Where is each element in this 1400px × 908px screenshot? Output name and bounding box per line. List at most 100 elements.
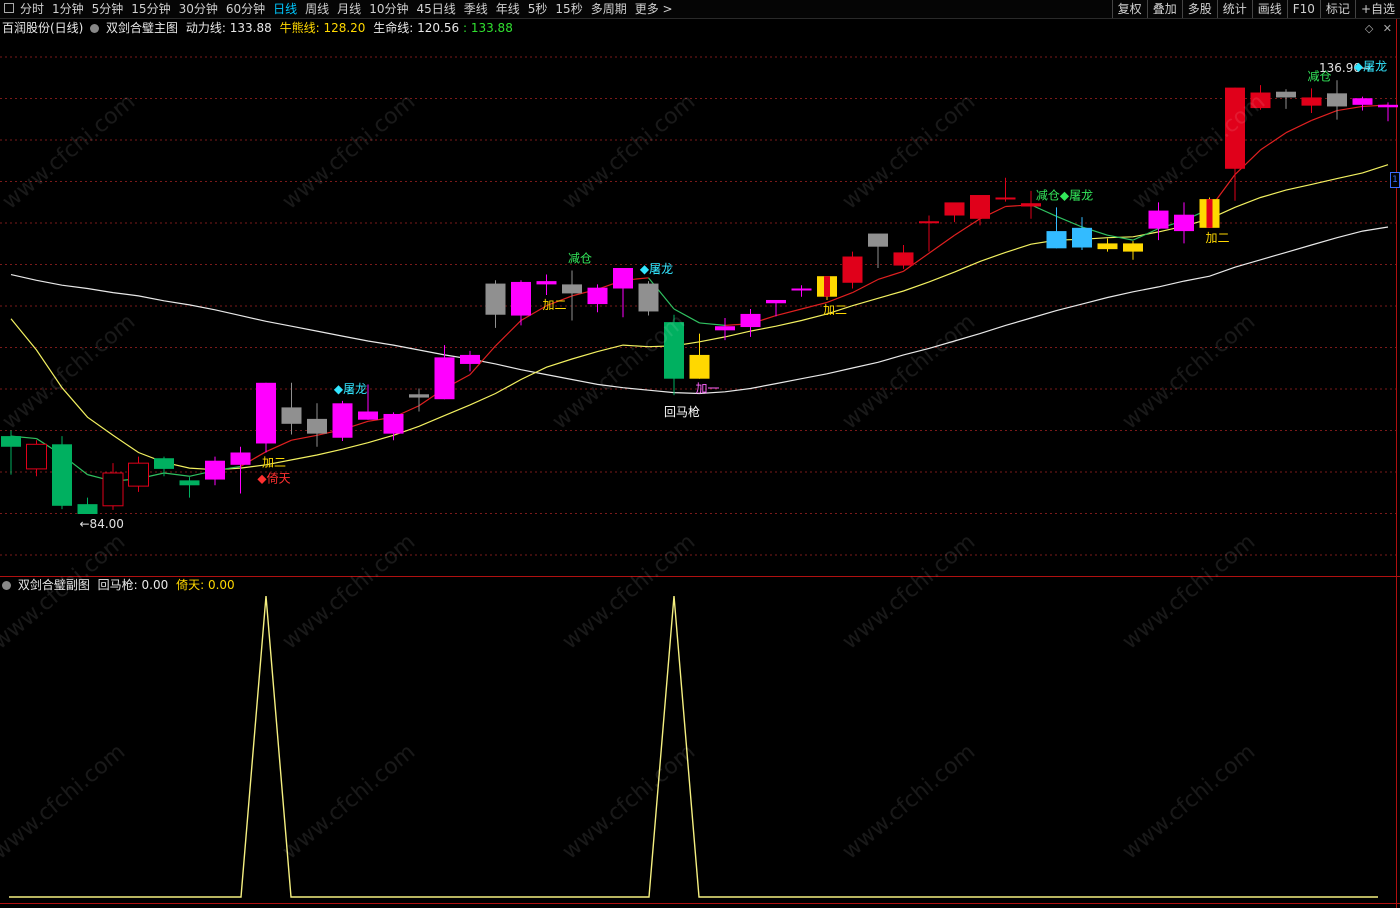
candle-body [256,382,276,444]
power-line-segment [1132,228,1159,241]
annotation-label: ←84.00 [80,517,124,531]
sub-signal-line [9,595,1378,898]
power-line-segment [291,434,318,441]
period-tab-12[interactable]: 年线 [492,0,524,18]
candle-body [740,313,761,328]
period-toolbar: 分时 1分钟 5分钟 15分钟 30分钟 60分钟 日线 周线 月线 10分钟 45日线 季线 年线 5秒… [0,0,1400,19]
period-tab-14[interactable]: 15秒 [551,0,586,18]
candle-body [1097,243,1118,250]
candle-body [689,354,710,379]
period-tab-10[interactable]: 45日线 [412,0,459,18]
period-tab-11[interactable]: 季线 [460,0,492,18]
candle [1,430,21,475]
candle [587,284,608,313]
tool-button-4[interactable]: 画线 [1251,0,1287,18]
tool-button-1[interactable]: 叠加 [1146,0,1182,18]
candle-body [205,460,225,480]
watermark-text: www.cfchi.com [838,739,980,864]
watermark-text: www.cfchi.com [278,89,420,214]
tool-button-7[interactable]: +自选 [1354,0,1400,18]
candle [868,233,888,268]
period-tab-7[interactable]: 周线 [301,0,333,18]
annotation-label: ◆屠龙 [640,262,673,276]
candle [332,400,353,442]
extra-line-value: : 133.88 [462,21,513,35]
watermark-text: www.cfchi.com [838,529,980,654]
stock-name: 百润股份(日线) [2,21,84,35]
candle-body [383,413,404,434]
period-tab-6[interactable]: 日线 [269,0,301,18]
power-line-segment [877,270,904,281]
candle [230,446,251,494]
candle [1276,89,1296,109]
annotation-label: 加二 [1205,231,1229,245]
candle [536,274,557,296]
period-tab-0[interactable]: 分时 [16,0,48,18]
candle [307,403,327,447]
price-scale-tag: 1 [1390,172,1400,188]
bull-line [10,164,1389,471]
candle-body [970,195,990,219]
period-tab-4[interactable]: 30分钟 [175,0,222,18]
watermark-text: www.cfchi.com [0,89,140,214]
candle [383,412,404,441]
annotation-label: 减仓 [568,251,592,265]
sub-indicator-settings-icon[interactable] [2,581,11,590]
candle-body [1123,243,1143,252]
period-tabs: 分时 1分钟 5分钟 15分钟 30分钟 60分钟 日线 周线 月线 10分钟 45日线 季线 年线 5秒… [0,0,677,18]
kline-chart[interactable]: ←84.00加二◆倚天◆屠龙加二减仓◆屠龙加一回马枪加二减仓◆屠龙加二减仓136… [0,0,1400,908]
period-tab-5[interactable]: 60分钟 [222,0,269,18]
period-tab-3[interactable]: 15分钟 [127,0,174,18]
period-tab-2[interactable]: 5分钟 [88,0,128,18]
candle-body [128,462,149,487]
annotation-label: ◆屠龙 [1354,60,1387,74]
tool-button-6[interactable]: 标记 [1319,0,1355,18]
candle-body [52,444,72,506]
power-line-segment [1030,204,1057,217]
power-line-segment [1285,119,1312,134]
candle-body [358,411,378,420]
power-line-segment [1311,110,1338,121]
watermark-text: www.cfchi.com [558,89,700,214]
huima-label: 回马枪: [97,578,138,592]
signal-annotations: ←84.00加二◆倚天◆屠龙加二减仓◆屠龙加一回马枪加二减仓◆屠龙加二减仓136… [80,60,1388,531]
power-line-label: 动力线: [185,21,226,35]
period-tab-15[interactable]: 多周期 [587,0,631,18]
period-tab-9[interactable]: 10分钟 [365,0,412,18]
tool-button-0[interactable]: 复权 [1111,0,1147,18]
close-icon[interactable]: ✕ [1383,22,1392,35]
panel-toggle-icon[interactable] [4,3,14,13]
watermark-text: www.cfchi.com [278,739,420,864]
tool-button-5[interactable]: F10 [1286,0,1320,18]
candle [995,177,1016,202]
period-tab-13[interactable]: 5秒 [524,0,552,18]
candle-body [77,504,98,514]
main-indicator-info: 百润股份(日线) 双剑合璧主图 动力线: 133.88 牛熊线: 128.20 … [2,20,513,36]
diamond-icon[interactable]: ◇ [1365,22,1373,35]
power-line-segment [1056,215,1083,228]
candle-body [791,288,812,291]
candle-body [1276,91,1296,98]
annotation-label: ◆倚天 [257,472,290,486]
candle-body [995,197,1016,200]
period-tab-16[interactable]: 更多 > [631,0,677,18]
sub-indicator-name[interactable]: 双剑合璧副图 [18,578,90,592]
tool-button-3[interactable]: 统计 [1216,0,1252,18]
indicator-settings-icon[interactable] [90,24,100,33]
period-tab-1[interactable]: 1分钟 [48,0,88,18]
candle-body [1352,98,1373,105]
life-line-value: 120.56 [417,21,460,35]
period-tab-8[interactable]: 月线 [333,0,365,18]
candle [485,280,506,328]
candle-body [511,281,531,316]
watermark-text: www.cfchi.com [0,739,130,864]
main-indicator-name[interactable]: 双剑合璧主图 [106,21,178,35]
candle [52,436,72,510]
power-line-segment [495,320,522,347]
power-line-value: 133.88 [229,21,272,35]
power-line-segment [775,308,802,317]
candle-body [613,268,633,289]
candle [613,268,633,318]
tool-button-2[interactable]: 多股 [1181,0,1217,18]
candle [77,497,98,514]
